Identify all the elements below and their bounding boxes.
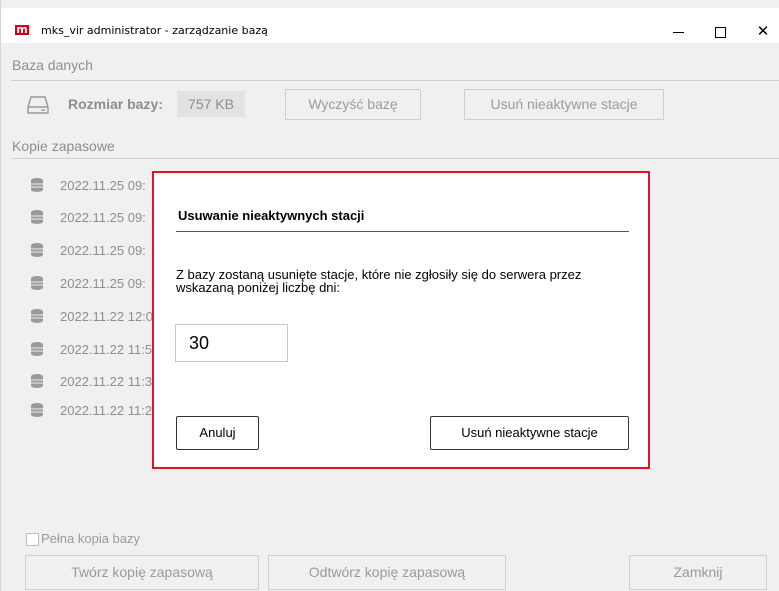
backup-date: 2022.11.25 09:: [60, 276, 146, 291]
title-bar: m mks_vir administrator - zarządzanie ba…: [1, 8, 779, 43]
app-logo-icon: m: [15, 23, 29, 36]
database-section-title: Baza danych: [12, 57, 93, 73]
database-size-value: 757 KB: [177, 91, 245, 117]
dialog-message: Z bazy zostaną usunięte stacje, które ni…: [176, 267, 582, 295]
app-window: m mks_vir administrator - zarządzanie ba…: [0, 0, 779, 591]
database-icon: [31, 403, 43, 417]
restore-backup-button[interactable]: Odtwórz kopię zapasową: [268, 555, 506, 590]
database-icon: [31, 309, 43, 323]
minimize-icon: [673, 32, 684, 33]
database-icon: [31, 374, 43, 388]
dialog-divider: [176, 231, 629, 232]
full-copy-checkbox[interactable]: [26, 533, 39, 546]
confirm-remove-button[interactable]: Usuń nieaktywne stacje: [430, 416, 629, 450]
backup-date: 2022.11.22 11:3: [60, 374, 153, 389]
divider: [11, 80, 779, 81]
backup-date: 2022.11.22 11:5: [60, 342, 153, 357]
maximize-icon: [715, 27, 726, 38]
backup-date: 2022.11.22 11:2: [60, 403, 153, 418]
remove-inactive-stations-button[interactable]: Usuń nieaktywne stacje: [464, 89, 664, 120]
window-title: mks_vir administrator - zarządzanie bazą: [41, 24, 268, 37]
maximize-button[interactable]: [701, 20, 741, 44]
close-window-button[interactable]: ✕: [743, 20, 779, 44]
close-button[interactable]: Zamknij: [629, 555, 767, 590]
backups-section-title: Kopie zapasowe: [12, 138, 115, 154]
backup-date: 2022.11.22 12:0: [60, 309, 154, 324]
inactive-days-input[interactable]: 30: [175, 324, 288, 362]
hard-drive-icon: [27, 96, 49, 114]
create-backup-button[interactable]: Twórz kopię zapasową: [25, 555, 259, 590]
database-icon: [31, 342, 43, 356]
database-icon: [31, 276, 43, 290]
full-copy-label: Pełna kopia bazy: [41, 531, 141, 546]
cancel-button[interactable]: Anuluj: [176, 416, 259, 450]
backup-date: 2022.11.25 09:: [60, 178, 146, 193]
minimize-button[interactable]: [659, 20, 699, 44]
divider: [11, 158, 779, 159]
dialog-title: Usuwanie nieaktywnych stacji: [178, 208, 365, 223]
database-icon: [31, 210, 43, 224]
database-size-label: Rozmiar bazy:: [68, 96, 163, 112]
close-icon: ✕: [756, 22, 770, 40]
database-icon: [31, 178, 43, 192]
backup-date: 2022.11.25 09:: [60, 210, 146, 225]
backup-date: 2022.11.25 09:: [60, 243, 146, 258]
remove-inactive-dialog: Usuwanie nieaktywnych stacji Z bazy zost…: [152, 171, 650, 469]
database-icon: [31, 243, 43, 257]
clear-database-button[interactable]: Wyczyść bazę: [285, 89, 421, 120]
